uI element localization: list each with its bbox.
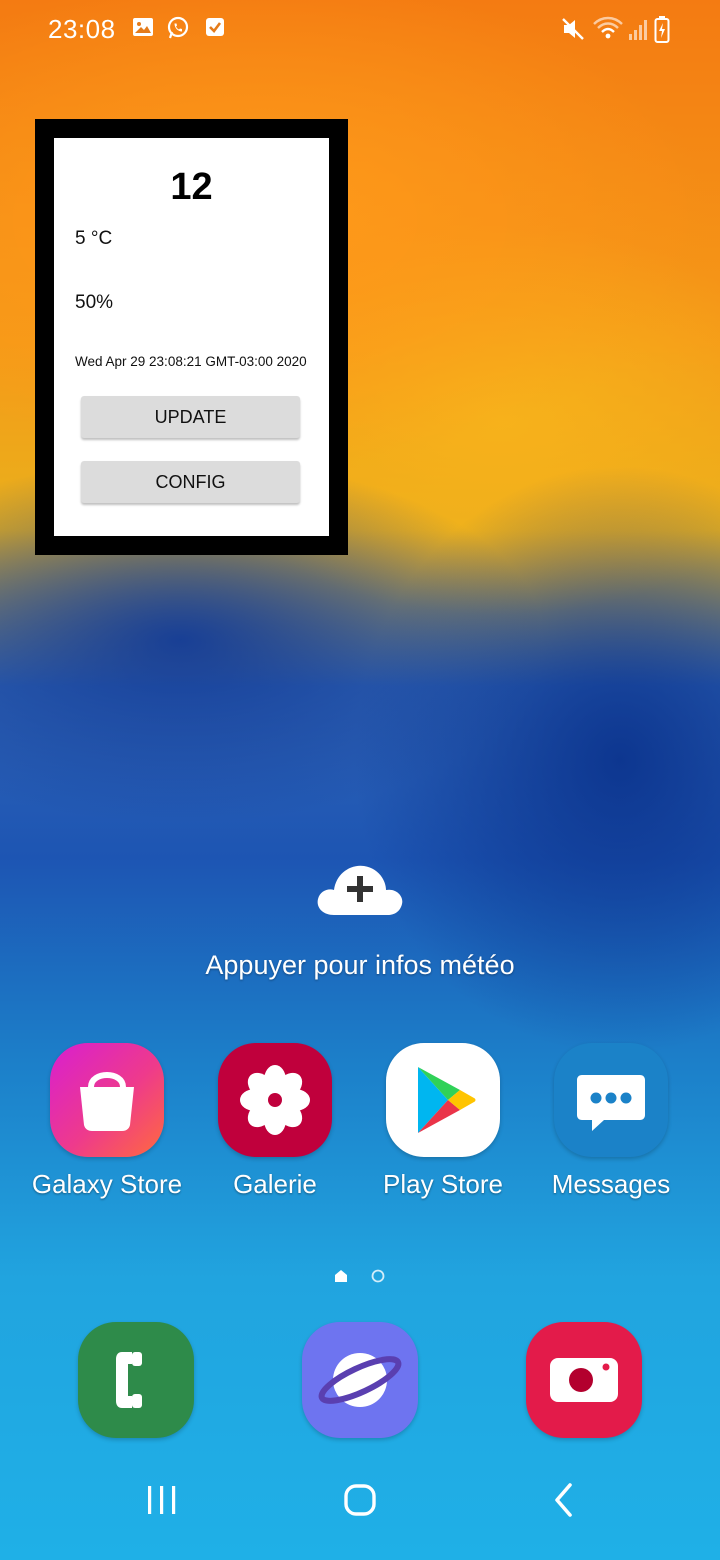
galaxy-store-icon [50,1043,164,1157]
weather-widget: 12 5 °C 50% Wed Apr 29 23:08:21 GMT-03:0… [35,119,348,555]
internet-icon[interactable] [302,1322,418,1438]
app-galerie[interactable]: Galerie [191,1043,359,1200]
app-label: Galaxy Store [31,1169,183,1199]
widget-panel: 12 5 °C 50% Wed Apr 29 23:08:21 GMT-03:0… [54,138,329,536]
home-page-indicator-icon[interactable] [333,1268,349,1284]
camera-icon[interactable] [526,1322,642,1438]
mute-icon [562,18,584,40]
gallery-icon [218,1043,332,1157]
battery-charging-icon [654,16,670,43]
widget-humidity: 50% [75,292,114,313]
app-play-store[interactable]: Play Store [359,1043,527,1200]
weather-add-widget[interactable]: Appuyer pour infos météo [0,860,720,980]
app-label: Galerie [233,1169,317,1199]
app-label: Play Store [383,1169,503,1199]
app-messages[interactable]: Messages [527,1043,695,1200]
widget-title: 12 [170,166,213,208]
phone-icon[interactable] [78,1322,194,1438]
widget-date: Wed Apr 29 23:08:21 GMT-03:00 2020 [75,354,307,369]
app-label: Messages [551,1169,671,1199]
checkbox-icon [206,18,224,36]
status-time: 23:08 [48,14,116,44]
config-button[interactable]: CONFIG [81,461,300,503]
messages-icon [554,1043,668,1157]
weather-text: Appuyer pour infos météo [205,950,515,980]
cloud-plus-icon [317,865,403,915]
signal-icon [629,20,647,40]
recents-icon[interactable] [142,1480,182,1520]
whatsapp-icon [167,16,189,39]
image-icon [133,18,153,36]
status-bar: 23:08 [0,0,720,60]
widget-temperature: 5 °C [75,228,113,249]
app-galaxy-store[interactable]: Galaxy Store [23,1043,191,1200]
page-dot-icon[interactable] [370,1268,386,1284]
wifi-icon [593,16,623,39]
play-store-icon [386,1043,500,1157]
home-icon[interactable] [340,1480,380,1520]
update-button[interactable]: UPDATE [81,396,300,438]
back-icon[interactable] [544,1480,584,1520]
